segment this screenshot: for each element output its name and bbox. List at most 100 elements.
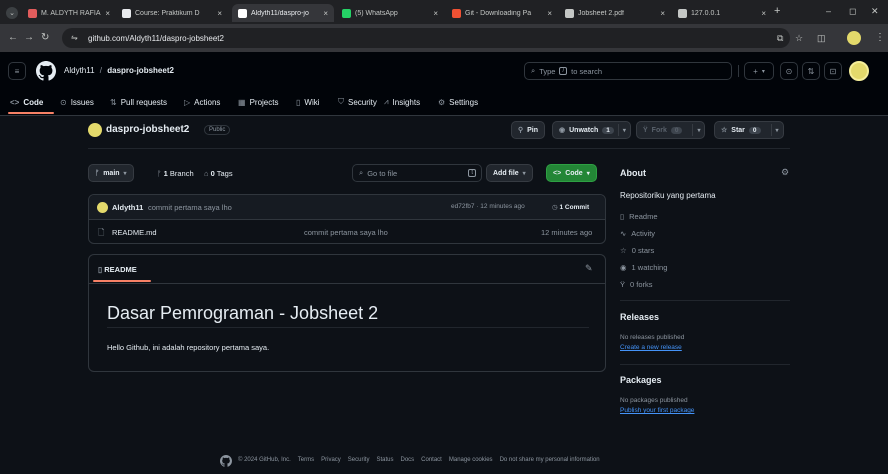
- commit-history-link[interactable]: ◷ 1 Commit: [552, 203, 589, 211]
- search-input[interactable]: ⌕ Type / to search: [524, 62, 732, 80]
- create-release-link[interactable]: Create a new release: [620, 344, 682, 351]
- add-file-button[interactable]: Add file ▾: [486, 164, 533, 182]
- new-tab-button[interactable]: +: [774, 5, 780, 17]
- address-bar[interactable]: ⇋ github.com/Aldyth11/daspro-jobsheet2: [62, 28, 790, 48]
- go-to-file-input[interactable]: ⌕ Go to file t: [352, 164, 482, 182]
- footer-link[interactable]: Manage cookies: [449, 457, 493, 463]
- commit-author-avatar[interactable]: [97, 202, 108, 213]
- readme-heading: Dasar Pemrograman - Jobsheet 2: [107, 303, 379, 323]
- back-icon[interactable]: ←: [8, 33, 18, 43]
- footer-link[interactable]: Terms: [298, 457, 314, 463]
- site-info-icon[interactable]: ⇋: [71, 33, 78, 42]
- releases-title[interactable]: Releases: [620, 312, 659, 322]
- create-new-button[interactable]: + ▾: [744, 62, 774, 80]
- browser-tab[interactable]: Course: Praktikum D ×: [116, 4, 228, 22]
- tab-close-icon[interactable]: ×: [660, 9, 665, 18]
- about-0-forks[interactable]: Ÿ 0 forks: [620, 280, 653, 289]
- publish-package-link[interactable]: Publish your first package: [620, 407, 694, 414]
- projects-icon: ▦: [238, 97, 246, 107]
- browser-tab[interactable]: 127.0.0.1 ×: [672, 4, 772, 22]
- code-button[interactable]: <> Code ▾: [546, 164, 597, 182]
- tab-actions[interactable]: ▷ Actions: [184, 92, 220, 112]
- bookmark-star-icon[interactable]: ☆: [795, 33, 803, 43]
- tab-wiki[interactable]: ▯ Wiki: [296, 92, 320, 112]
- tab-close-icon[interactable]: ×: [105, 9, 110, 18]
- browser-tab[interactable]: Git - Downloading Pa ×: [446, 4, 558, 22]
- tags-link[interactable]: ⌂ 0 Tags: [204, 169, 233, 178]
- browser-tab[interactable]: M. ALDYTH RAFIAND ×: [22, 4, 116, 22]
- history-icon: ◷: [552, 204, 558, 211]
- branch-select-button[interactable]: ᚠ main ▾: [88, 164, 134, 182]
- footer-link[interactable]: Privacy: [321, 457, 341, 463]
- about-1-watching[interactable]: ◉ 1 watching: [620, 263, 667, 272]
- footer-link[interactable]: Docs: [401, 457, 415, 463]
- profile-avatar[interactable]: [847, 31, 861, 45]
- footer-link[interactable]: Security: [348, 457, 370, 463]
- divider: [620, 300, 790, 301]
- tab-pull-requests[interactable]: ⇅ Pull requests: [110, 92, 167, 112]
- packages-title[interactable]: Packages: [620, 375, 662, 385]
- tab-projects[interactable]: ▦ Projects: [238, 92, 278, 112]
- close-window-button[interactable]: ✕: [871, 6, 879, 17]
- tab-code[interactable]: <> Code: [10, 92, 43, 112]
- tab-close-icon[interactable]: ×: [217, 9, 222, 18]
- tab-search-button[interactable]: ⌄: [6, 7, 18, 19]
- footer-link[interactable]: Status: [376, 457, 393, 463]
- footer-link[interactable]: Contact: [421, 457, 442, 463]
- tab-issues[interactable]: ⊙ Issues: [60, 92, 94, 112]
- reload-icon[interactable]: ↻: [41, 33, 49, 43]
- browser-tab[interactable]: Jobsheet 2.pdf ×: [559, 4, 671, 22]
- pin-button[interactable]: ⚲ Pin: [511, 121, 546, 139]
- tab-security[interactable]: ⛉ Security: [338, 92, 377, 112]
- issues-icon[interactable]: ⊙: [780, 62, 798, 80]
- breadcrumb-repo[interactable]: daspro-jobsheet2: [107, 66, 174, 75]
- pull-requests-icon: ⇅: [110, 97, 117, 107]
- star-icon: ☆: [721, 127, 728, 134]
- browser-menu-icon[interactable]: ⋮: [875, 33, 885, 43]
- install-app-icon[interactable]: ⧉: [777, 33, 783, 43]
- pin-label: Pin: [527, 126, 539, 134]
- watch-count: 1: [602, 126, 614, 134]
- commit-hash-time[interactable]: ed72fb7 · 12 minutes ago: [451, 203, 525, 210]
- forward-icon[interactable]: →: [24, 33, 34, 43]
- tag-word: Tags: [216, 169, 233, 178]
- branches-link[interactable]: ᚠ 1 Branch: [157, 169, 194, 178]
- edit-pencil-icon[interactable]: ✎: [585, 263, 593, 274]
- file-commit-message[interactable]: commit pertama saya lho: [304, 228, 388, 237]
- browser-tab[interactable]: (5) WhatsApp ×: [336, 4, 444, 22]
- hamburger-menu-icon[interactable]: ≡: [8, 62, 26, 80]
- user-avatar[interactable]: [849, 61, 869, 81]
- unwatch-button[interactable]: ◉ Unwatch 1 ▾: [552, 121, 631, 139]
- commit-author[interactable]: Aldyth11: [112, 203, 143, 212]
- breadcrumb-owner[interactable]: Aldyth11: [64, 66, 95, 75]
- about-0-stars[interactable]: ☆ 0 stars: [620, 246, 654, 255]
- tab-title: (5) WhatsApp: [355, 9, 398, 17]
- maximize-button[interactable]: ◻: [849, 6, 856, 17]
- fork-button[interactable]: Ÿ Fork 0 ▾: [636, 121, 706, 139]
- browser-tab[interactable]: Aldyth11/daspro-jo ×: [232, 4, 334, 22]
- minimize-button[interactable]: –: [826, 6, 831, 16]
- footer-link[interactable]: Do not share my personal information: [500, 457, 600, 463]
- about-readme[interactable]: ▯ Readme: [620, 212, 658, 221]
- extensions-icon[interactable]: ◫: [817, 33, 826, 43]
- tab-close-icon[interactable]: ×: [323, 9, 328, 18]
- commit-message[interactable]: commit pertama saya lho: [148, 203, 232, 212]
- tab-close-icon[interactable]: ×: [761, 9, 766, 18]
- settings-gear-icon[interactable]: ⚙: [781, 167, 789, 178]
- file-name[interactable]: README.md: [112, 228, 157, 237]
- inbox-icon[interactable]: ⊡: [824, 62, 842, 80]
- branch-count: 1: [163, 169, 168, 178]
- repo-title[interactable]: daspro-jobsheet2: [106, 124, 189, 135]
- tab-settings[interactable]: ⚙ Settings: [438, 92, 478, 112]
- pull-requests-icon[interactable]: ⇅: [802, 62, 820, 80]
- star-button[interactable]: ☆ Star 0 ▾: [714, 121, 784, 139]
- github-logo-icon[interactable]: [36, 61, 56, 81]
- eye-icon: ◉: [559, 127, 566, 134]
- about-activity[interactable]: ∿ Activity: [620, 229, 655, 238]
- readme-tab[interactable]: ▯ README: [98, 265, 137, 274]
- tab-insights[interactable]: ⩘ Insights: [384, 92, 420, 112]
- tab-close-icon[interactable]: ×: [433, 9, 438, 18]
- footer-github-logo-icon[interactable]: [220, 455, 232, 467]
- tab-close-icon[interactable]: ×: [547, 9, 552, 18]
- repo-owner-avatar[interactable]: [88, 123, 102, 137]
